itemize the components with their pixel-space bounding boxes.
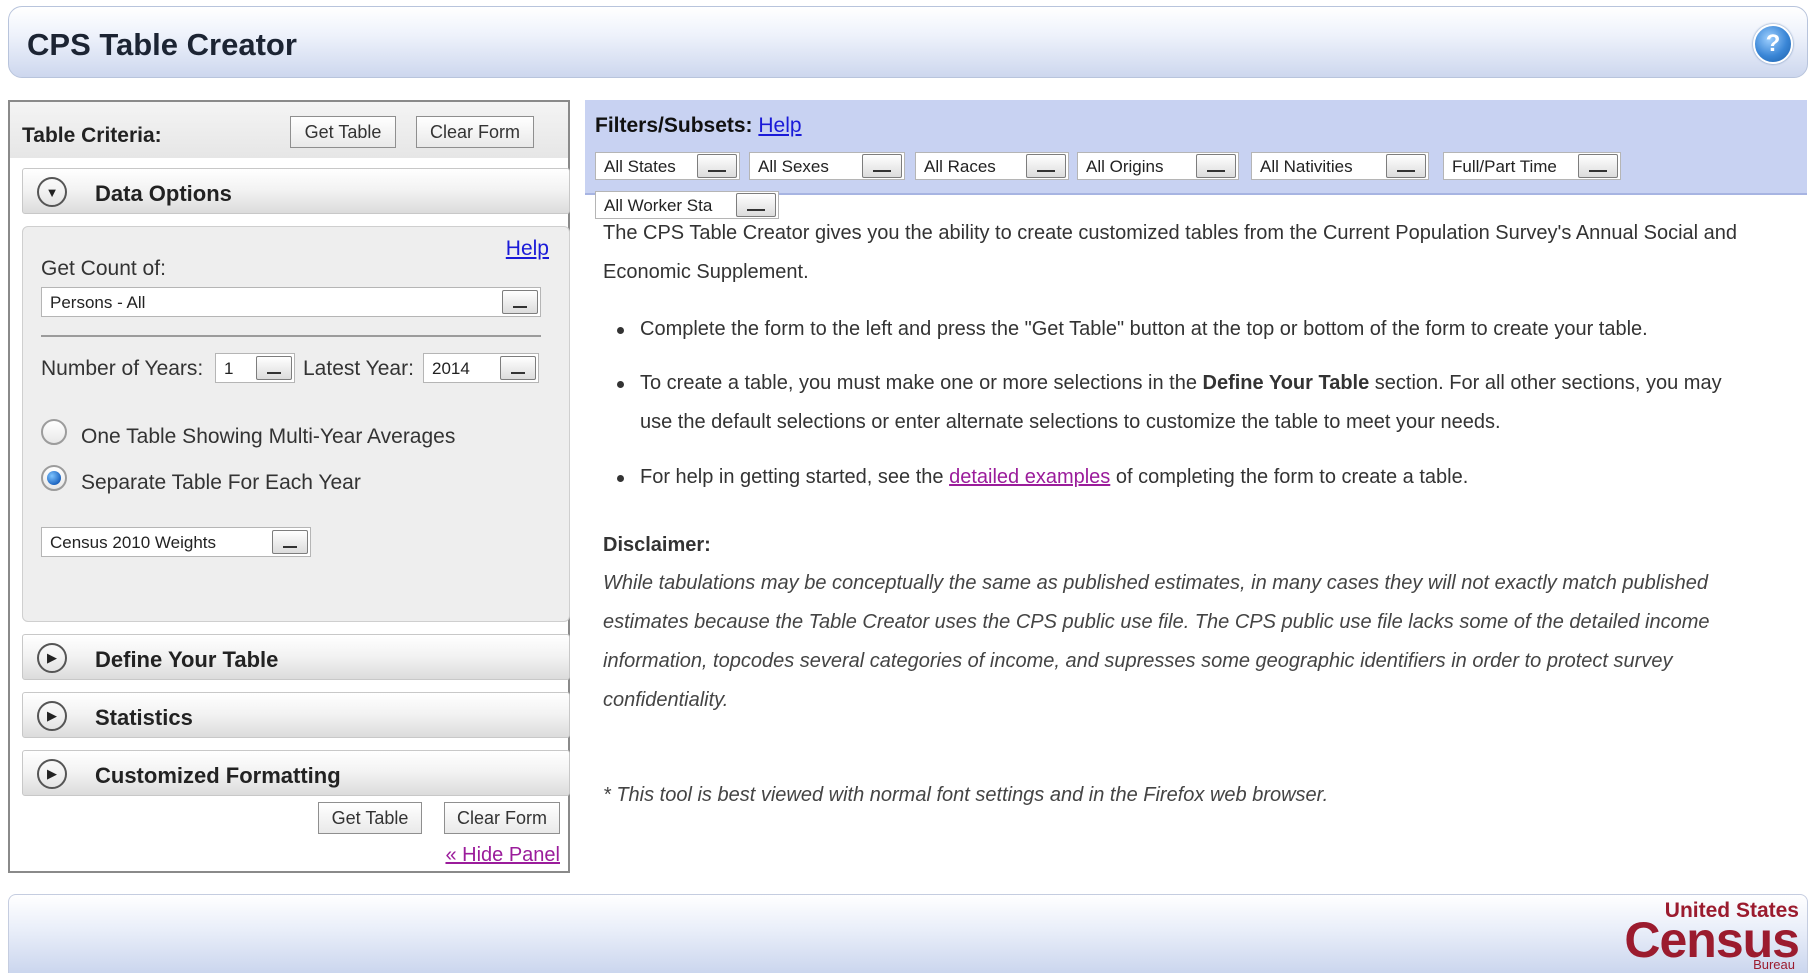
dropdown-arrow-icon[interactable] xyxy=(502,290,538,314)
divider xyxy=(41,335,541,337)
filter-races-select[interactable]: All Races xyxy=(915,152,1069,180)
weights-select[interactable]: Census 2010 Weights xyxy=(41,527,311,557)
section-label: Data Options xyxy=(95,181,232,206)
filter-value: All Races xyxy=(924,157,996,176)
census-bureau-logo: United States Census Bureau xyxy=(1601,895,1801,973)
disclaimer-line: estimates because the Table Creator uses… xyxy=(603,611,1710,633)
bullet-text-part: of completing the form to create a table… xyxy=(1110,466,1469,488)
section-label: Statistics xyxy=(95,705,193,730)
dropdown-arrow-icon[interactable] xyxy=(1386,154,1426,178)
dropdown-arrow-icon[interactable] xyxy=(1578,154,1618,178)
expand-icon: ▶ xyxy=(37,701,67,731)
filters-help-link[interactable]: Help xyxy=(758,114,801,137)
radio-multi-year[interactable] xyxy=(41,419,67,445)
radio-separate-years[interactable] xyxy=(41,465,67,491)
dropdown-arrow-icon[interactable] xyxy=(697,154,737,178)
intro-text-cont: Economic Supplement. xyxy=(603,261,809,283)
app-title: CPS Table Creator xyxy=(27,27,297,62)
dropdown-arrow-icon[interactable] xyxy=(500,356,536,380)
radio-multi-year-label: One Table Showing Multi-Year Averages xyxy=(81,425,456,448)
filter-nativities-select[interactable]: All Nativities xyxy=(1251,152,1429,180)
intro-text: The CPS Table Creator gives you the abil… xyxy=(603,222,1738,244)
section-label: Define Your Table xyxy=(95,647,279,672)
filter-value: All States xyxy=(604,157,676,176)
clear-form-button-top[interactable]: Clear Form xyxy=(416,116,534,148)
data-options-help-link[interactable]: Help xyxy=(506,237,549,261)
filters-bar: Filters/Subsets: Help All States All Sex… xyxy=(585,100,1807,195)
section-data-options[interactable]: ▼ Data Options xyxy=(22,168,570,214)
table-criteria-label: Table Criteria: xyxy=(22,124,162,147)
number-of-years-label: Number of Years: xyxy=(41,357,204,380)
disclaimer-text: While tabulations may be conceptually th… xyxy=(603,564,1803,720)
get-count-select[interactable]: Persons - All xyxy=(41,287,541,317)
bullet-create-table-cont: use the default selections or enter alte… xyxy=(640,411,1501,433)
bullet-text-part: section. For all other sections, you may xyxy=(1369,372,1722,394)
number-of-years-select[interactable]: 1 xyxy=(215,353,295,383)
section-customized-formatting[interactable]: ▶ Customized Formatting xyxy=(22,750,570,796)
table-criteria-panel: Table Criteria: Get Table Clear Form ▼ D… xyxy=(8,100,570,873)
filter-origins-select[interactable]: All Origins xyxy=(1077,152,1239,180)
clear-form-button-bottom[interactable]: Clear Form xyxy=(444,802,560,834)
get-table-button-top[interactable]: Get Table xyxy=(290,116,396,148)
get-count-value: Persons - All xyxy=(50,293,146,312)
footer: United States Census Bureau xyxy=(8,894,1808,973)
filters-label-text: Filters/Subsets: xyxy=(595,114,753,137)
data-options-body: Help Get Count of: Persons - All Number … xyxy=(22,226,570,622)
collapse-icon: ▼ xyxy=(37,177,67,207)
expand-icon: ▶ xyxy=(37,759,67,789)
dropdown-arrow-icon[interactable] xyxy=(862,154,902,178)
filter-fullpart-select[interactable]: Full/Part Time xyxy=(1443,152,1621,180)
bullet-complete-form: Complete the form to the left and press … xyxy=(640,318,1648,340)
disclaimer-line: confidentiality. xyxy=(603,689,729,711)
bullet-help: For help in getting started, see the det… xyxy=(640,458,1468,497)
dropdown-arrow-icon[interactable] xyxy=(1196,154,1236,178)
filter-value: Full/Part Time xyxy=(1452,157,1557,176)
latest-year-select[interactable]: 2014 xyxy=(423,353,539,383)
filter-states-select[interactable]: All States xyxy=(595,152,740,180)
get-table-button-bottom[interactable]: Get Table xyxy=(318,802,422,834)
bullet-dot xyxy=(617,381,624,388)
filters-label: Filters/Subsets: Help xyxy=(595,114,802,138)
section-statistics[interactable]: ▶ Statistics xyxy=(22,692,570,738)
detailed-examples-link[interactable]: detailed examples xyxy=(949,466,1110,488)
criteria-bar: Table Criteria: Get Table Clear Form xyxy=(10,102,568,158)
help-icon[interactable]: ? xyxy=(1753,24,1793,64)
section-define-your-table[interactable]: ▶ Define Your Table xyxy=(22,634,570,680)
radio-separate-years-label: Separate Table For Each Year xyxy=(81,471,361,494)
latest-year-label: Latest Year: xyxy=(303,357,414,380)
filter-value: All Worker Sta xyxy=(604,196,713,215)
disclaimer-title: Disclaimer: xyxy=(603,534,711,556)
logo-bureau: Bureau xyxy=(1753,957,1795,972)
bullet-text-part: To create a table, you must make one or … xyxy=(640,372,1203,394)
app-header: CPS Table Creator ? xyxy=(8,6,1808,78)
bullet-dot xyxy=(617,475,624,482)
dropdown-arrow-icon[interactable] xyxy=(272,530,308,554)
hide-panel-link[interactable]: « Hide Panel xyxy=(445,844,560,867)
filter-value: All Sexes xyxy=(758,157,829,176)
dropdown-arrow-icon[interactable] xyxy=(256,356,292,380)
disclaimer-line: information, topcodes several categories… xyxy=(603,650,1673,672)
browser-note: * This tool is best viewed with normal f… xyxy=(603,784,1329,806)
filter-value: All Origins xyxy=(1086,157,1164,176)
disclaimer-line: While tabulations may be conceptually th… xyxy=(603,572,1709,594)
expand-icon: ▶ xyxy=(37,643,67,673)
define-your-table-emphasis: Define Your Table xyxy=(1202,372,1370,394)
bullet-dot xyxy=(617,327,624,334)
filter-value: All Nativities xyxy=(1260,157,1353,176)
dropdown-arrow-icon[interactable] xyxy=(1026,154,1066,178)
bullet-text-part: For help in getting started, see the xyxy=(640,466,950,488)
get-count-label: Get Count of: xyxy=(41,257,166,280)
weights-value: Census 2010 Weights xyxy=(50,533,217,552)
number-of-years-value: 1 xyxy=(224,359,234,378)
filter-sexes-select[interactable]: All Sexes xyxy=(749,152,905,180)
bullet-create-table: To create a table, you must make one or … xyxy=(640,364,1722,403)
latest-year-value: 2014 xyxy=(432,359,470,378)
section-label: Customized Formatting xyxy=(95,763,341,788)
